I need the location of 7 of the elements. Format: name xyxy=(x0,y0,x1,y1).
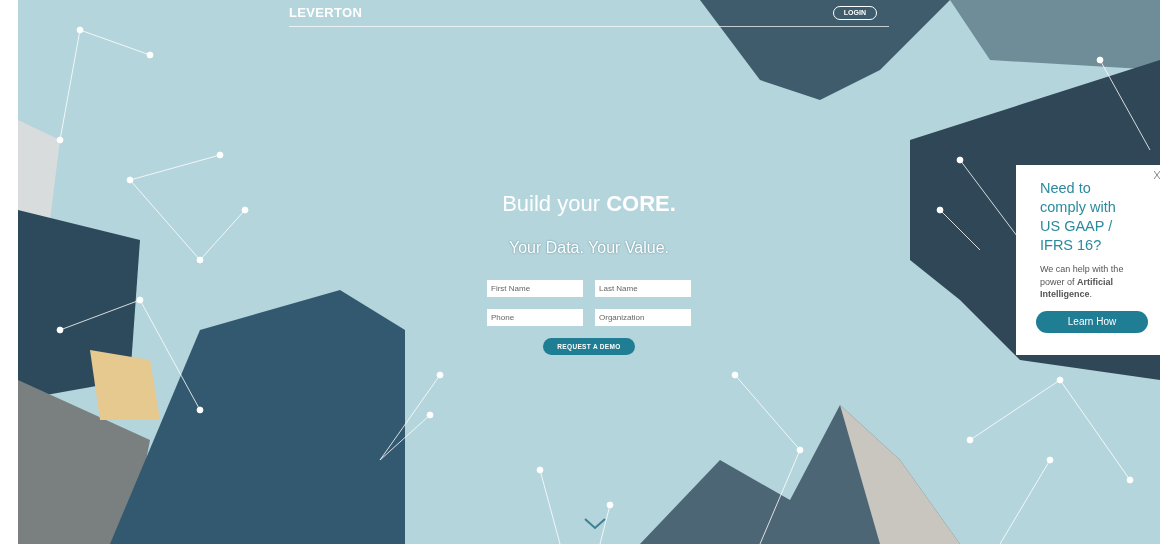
popup-text: We can help with the power of Artificial Intelligence. xyxy=(1040,263,1125,301)
hero-title: Build your CORE. xyxy=(502,189,676,218)
learn-how-button[interactable]: Learn How xyxy=(1036,310,1148,333)
popup-heading: Need to comply with US GAAP / IFRS 16? xyxy=(1040,179,1117,255)
chevron-down-icon[interactable] xyxy=(584,518,606,530)
hero-subtitle: Your Data. Your Value. xyxy=(508,237,670,258)
close-icon[interactable] xyxy=(1154,171,1160,179)
